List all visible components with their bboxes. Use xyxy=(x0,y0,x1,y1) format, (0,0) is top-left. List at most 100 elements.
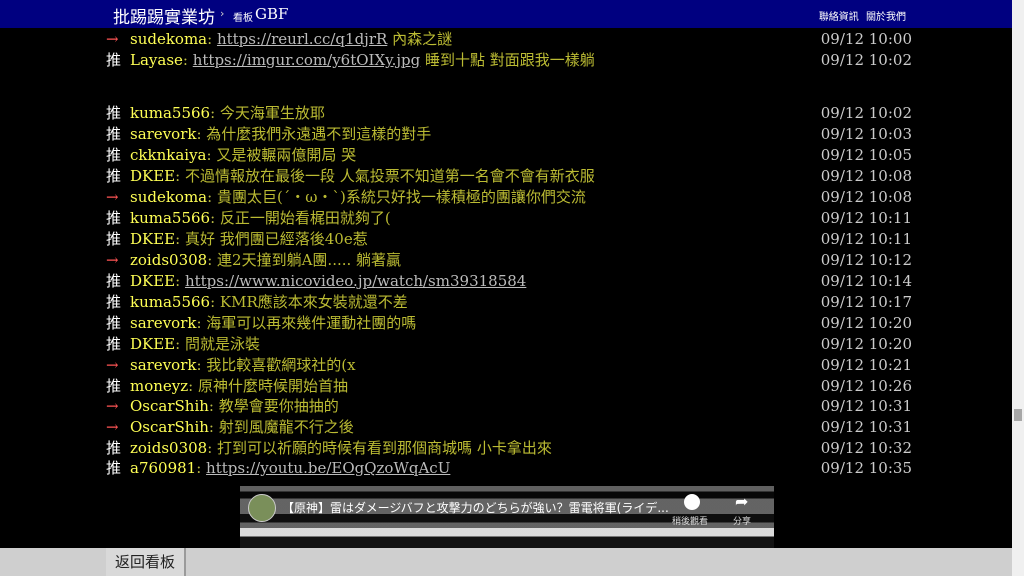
comment-row: → sudekoma: 貴團太巨(´・ω・`)系統只好找一樣積極的團讓你們交流 09… xyxy=(106,187,912,208)
comment-row: 推 sarevork: 為什麼我們永遠遇不到這樣的對手 09/12 10:03 xyxy=(106,124,912,145)
comment-text: 打到可以祈願的時候有看到那個商城嗎 小卡拿出來 xyxy=(217,439,552,457)
comment-colon: : xyxy=(207,251,218,269)
comment-colon: : xyxy=(188,377,198,395)
comment-user: Layase xyxy=(130,51,183,69)
video-title[interactable]: 【原神】雷はダメージバフと攻撃力のどちらが強い？雷電将軍(ライデ... xyxy=(282,499,669,516)
comment-link[interactable]: https://www.nicovideo.jp/watch/sm3931858… xyxy=(185,272,526,290)
comment-user: DKEE xyxy=(130,230,176,248)
comment-row: → OscarShih: 教學會要你抽抽的 09/12 10:31 xyxy=(106,396,912,417)
bottom-bar: 返回看板 xyxy=(0,548,1012,576)
board-name-link[interactable]: GBF xyxy=(255,5,288,23)
share-label[interactable]: 分享 xyxy=(733,514,751,527)
about-link[interactable]: 關於我們 xyxy=(866,12,906,23)
comment-text: 內森之謎 xyxy=(387,30,453,48)
comment-colon: : xyxy=(207,30,217,48)
comment-row: 推 moneyz: 原神什麼時候開始首抽 09/12 10:26 xyxy=(106,376,912,397)
comment-text: 連2天撞到躺A團..... 躺著贏 xyxy=(217,251,402,269)
comment-user: kuma5566 xyxy=(130,209,211,227)
comment-colon: : xyxy=(206,146,217,164)
comment-user: moneyz xyxy=(130,377,189,395)
comment-time: 09/12 10:11 xyxy=(820,209,912,227)
comment-user: sudekoma xyxy=(130,30,208,48)
comment-link[interactable]: https://youtu.be/EOgQzoWqAcU xyxy=(206,459,450,477)
comment-colon: : xyxy=(207,439,218,457)
comment-row: 推 DKEE: 問就是泳裝 09/12 10:20 xyxy=(106,334,912,355)
comment-row: 推 kuma5566: 反正一開始看梶田就夠了(09/12 10:11 xyxy=(106,208,912,229)
comment-row: → zoids0308: 連2天撞到躺A團..... 躺著贏 09/12 10:12 xyxy=(106,250,912,271)
page-scrollbar[interactable] xyxy=(1012,0,1024,576)
comment-user: sudekoma xyxy=(130,188,208,206)
comment-link[interactable]: https://imgur.com/y6tOIXy.jpg xyxy=(193,51,421,69)
comment-text: 今天海軍生放耶 xyxy=(219,104,325,122)
comment-time: 09/12 10:31 xyxy=(820,397,912,415)
push-tag: 推 xyxy=(106,377,122,395)
scrollbar-thumb[interactable] xyxy=(1014,409,1022,421)
comment-colon: : xyxy=(196,459,207,477)
comment-colon: : xyxy=(175,167,185,185)
comment-row: 推 Layase: https://imgur.com/y6tOIXy.jpg 睡… xyxy=(106,50,912,71)
comment-user: DKEE xyxy=(130,272,176,290)
comment-colon: : xyxy=(208,397,219,415)
comment-time: 09/12 10:14 xyxy=(820,272,912,290)
push-tag: 推 xyxy=(106,146,122,164)
arrow-tag: → xyxy=(106,418,119,436)
push-tag: 推 xyxy=(106,293,122,311)
youtube-embed[interactable]: 【原神】雷はダメージバフと攻撃力のどちらが強い？雷電将軍(ライデ... ➦ 稍後… xyxy=(240,486,774,556)
comment-user: kuma5566 xyxy=(130,104,211,122)
comment-time: 09/12 10:31 xyxy=(820,418,912,436)
arrow-tag: → xyxy=(106,251,119,269)
comment-colon: : xyxy=(182,51,193,69)
share-icon[interactable]: ➦ xyxy=(735,492,748,511)
comment-user: sarevork xyxy=(130,356,197,374)
comment-text: 問就是泳裝 xyxy=(184,335,260,353)
comment-time: 09/12 10:08 xyxy=(820,167,912,185)
comment-time: 09/12 10:21 xyxy=(820,356,912,374)
comment-user: a760981 xyxy=(130,459,197,477)
push-tag: 推 xyxy=(106,104,122,122)
comment-time: 09/12 10:00 xyxy=(820,30,912,48)
push-tag: 推 xyxy=(106,209,122,227)
comment-user: sarevork xyxy=(130,314,197,332)
comment-time: 09/12 10:02 xyxy=(820,51,912,69)
comment-time: 09/12 10:12 xyxy=(820,251,912,269)
breadcrumb-separator: › xyxy=(220,7,225,20)
comment-row: 推 DKEE: 不過情報放在最後一段 人氣投票不知道第一名會不會有新衣服 09/12… xyxy=(106,166,912,187)
arrow-tag: → xyxy=(106,30,119,48)
back-to-board-button[interactable]: 返回看板 xyxy=(106,548,186,576)
push-tag: 推 xyxy=(106,439,122,457)
arrow-tag: → xyxy=(106,397,119,415)
comment-colon: : xyxy=(175,272,185,290)
comment-time: 09/12 10:26 xyxy=(820,377,912,395)
comment-text: 貴團太巨(´・ω・`)系統只好找一樣積極的團讓你們交流 xyxy=(216,188,586,206)
comment-user: kuma5566 xyxy=(130,293,211,311)
site-title-link[interactable]: 批踢踢實業坊 xyxy=(113,3,215,28)
channel-avatar[interactable] xyxy=(248,494,276,522)
comment-time: 09/12 10:05 xyxy=(820,146,912,164)
comment-time: 09/12 10:35 xyxy=(820,459,912,477)
comment-user: DKEE xyxy=(130,167,176,185)
comment-text: 我比較喜歡網球社的(x xyxy=(206,356,356,374)
comment-row: → sarevork: 我比較喜歡網球社的(x 09/12 10:21 xyxy=(106,355,912,376)
comment-colon: : xyxy=(196,356,207,374)
comment-user: OscarShih xyxy=(130,397,209,415)
comment-link[interactable]: https://reurl.cc/q1djrR xyxy=(217,30,387,48)
comment-text: 真好 我們團已經落後40e惹 xyxy=(184,230,368,248)
clock-icon[interactable] xyxy=(684,494,700,510)
comment-list: → sudekoma: https://reurl.cc/q1djrR 內森之謎 0… xyxy=(0,28,1012,548)
comment-row: 推 ckknkaiya: 又是被輾兩億開局 哭 09/12 10:05 xyxy=(106,145,912,166)
comment-time: 09/12 10:02 xyxy=(820,104,912,122)
contact-link[interactable]: 聯絡資訊 xyxy=(819,12,859,23)
watch-later-label[interactable]: 稍後觀看 xyxy=(672,514,708,527)
comment-text: 又是被輾兩億開局 哭 xyxy=(216,146,357,164)
comment-text: 射到風魔龍不行之後 xyxy=(218,418,354,436)
comment-text: 教學會要你抽抽的 xyxy=(218,397,339,415)
push-tag: 推 xyxy=(106,272,122,290)
breadcrumb-label: 看板 xyxy=(233,13,253,24)
comment-time: 09/12 10:11 xyxy=(820,230,912,248)
comment-colon: : xyxy=(196,314,207,332)
comment-user: zoids0308 xyxy=(130,439,208,457)
comment-colon: : xyxy=(210,293,220,311)
comment-user: DKEE xyxy=(130,335,176,353)
comment-colon: : xyxy=(210,209,220,227)
top-bar: 批踢踢實業坊 › 看板 GBF 聯絡資訊 關於我們 xyxy=(0,0,1012,28)
